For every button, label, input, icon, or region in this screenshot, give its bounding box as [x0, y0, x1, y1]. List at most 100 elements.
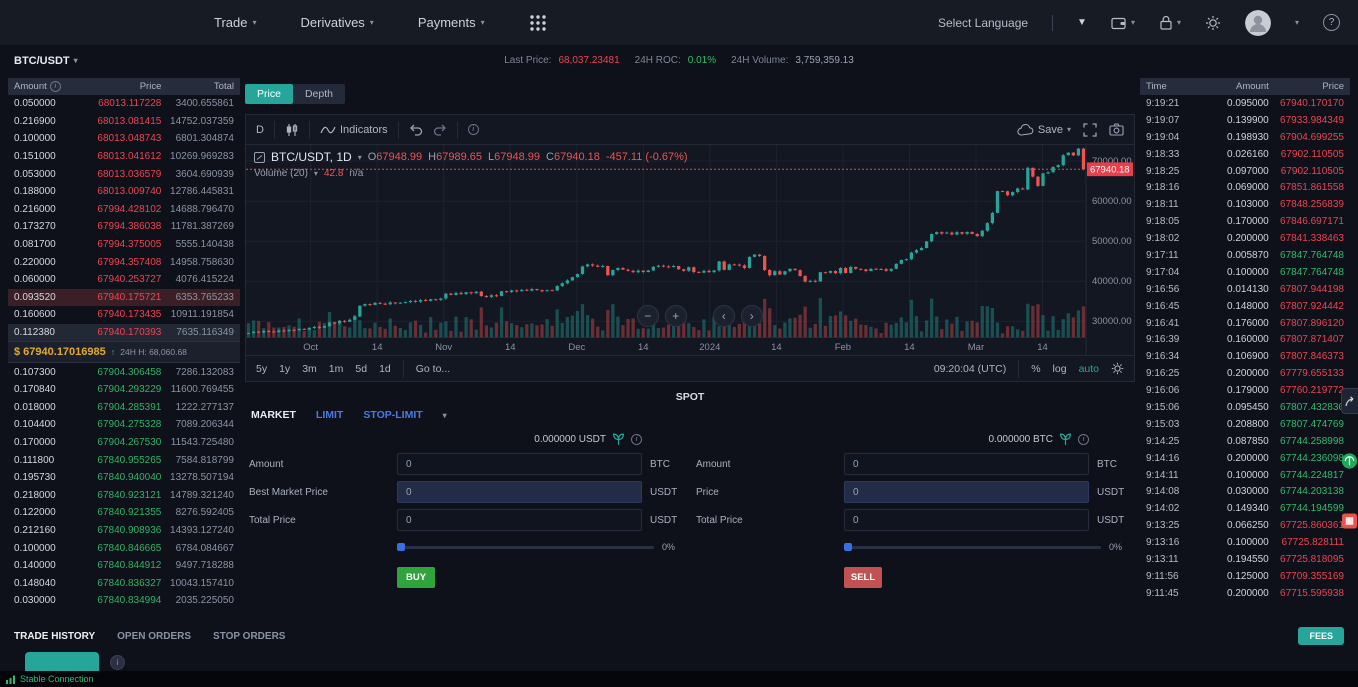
select-language-button[interactable]: Select Language	[938, 16, 1028, 30]
buy-amount-input[interactable]	[397, 453, 642, 475]
range-1m[interactable]: 1m	[329, 363, 344, 375]
info-icon[interactable]: i	[50, 81, 61, 92]
undo-icon[interactable]	[409, 124, 423, 136]
svg-text:2024: 2024	[699, 341, 720, 352]
bid-row[interactable]: 0.19573067840.94004013278.507194	[8, 469, 240, 487]
bid-row[interactable]: 0.12200067840.9213558276.592405	[8, 504, 240, 522]
chevron-down-icon[interactable]: ▾	[314, 169, 318, 178]
chart-symbol[interactable]: BTC/USDT, 1D	[271, 150, 352, 164]
indicators-button[interactable]: Indicators	[320, 124, 388, 136]
avatar[interactable]	[1245, 10, 1271, 36]
buy-total-input[interactable]	[397, 509, 642, 531]
nav-trade[interactable]: Trade ▾	[214, 15, 257, 30]
volume-indicator-label[interactable]: Volume (20)	[254, 168, 308, 179]
camera-icon[interactable]	[1109, 123, 1124, 136]
security-menu[interactable]: ▾	[1159, 15, 1181, 30]
ask-row[interactable]: 0.16060067940.17343510911.191854	[8, 306, 240, 324]
interval-button[interactable]: D	[256, 124, 264, 136]
percent-scale-button[interactable]: %	[1031, 363, 1040, 375]
account-dropdown-caret-icon[interactable]: ▾	[1295, 18, 1299, 27]
tab-limit[interactable]: LIMIT	[316, 409, 343, 421]
sell-amount-input[interactable]	[844, 453, 1089, 475]
sell-price-input[interactable]	[844, 481, 1089, 503]
ask-row[interactable]: 0.05300068013.0365793604.690939	[8, 165, 240, 183]
ask-row[interactable]: 0.17327067994.38603811781.387269	[8, 218, 240, 236]
bid-row[interactable]: 0.17000067904.26753011543.725480	[8, 434, 240, 452]
bid-row[interactable]: 0.01800067904.2853911222.277137	[8, 399, 240, 417]
scroll-right-icon[interactable]: ›	[741, 305, 763, 327]
floating-support-button[interactable]	[1341, 448, 1358, 474]
chart-settings-gear-icon[interactable]	[1111, 362, 1124, 375]
bid-row[interactable]: 0.10730067904.3064587286.132083	[8, 363, 240, 381]
buy-slider-handle[interactable]	[397, 543, 405, 551]
chevron-down-icon[interactable]: ▾	[358, 153, 362, 162]
range-5y[interactable]: 5y	[256, 363, 267, 375]
buy-button[interactable]: BUY	[397, 567, 435, 588]
buy-amount-slider[interactable]	[397, 546, 654, 549]
log-scale-button[interactable]: log	[1053, 363, 1067, 375]
candles-style-icon[interactable]	[285, 123, 299, 137]
zoom-out-icon[interactable]: −	[637, 305, 659, 327]
ask-row[interactable]: 0.21690068013.08141514752.037359	[8, 113, 240, 131]
ask-row[interactable]: 0.18800068013.00974012786.445831	[8, 183, 240, 201]
sell-amount-slider[interactable]	[844, 546, 1101, 549]
buy-price-input[interactable]	[397, 481, 642, 503]
ask-row[interactable]: 0.21600067994.42810214688.796470	[8, 201, 240, 219]
zoom-in-icon[interactable]: +	[665, 305, 687, 327]
bid-row[interactable]: 0.17084067904.29322911600.769455	[8, 381, 240, 399]
range-1y[interactable]: 1y	[279, 363, 290, 375]
bid-row[interactable]: 0.03000067840.8349942035.225050	[8, 592, 240, 610]
floating-share-button[interactable]	[1341, 388, 1358, 414]
redo-icon[interactable]	[433, 124, 447, 136]
auto-scale-button[interactable]: auto	[1079, 363, 1099, 375]
ask-row[interactable]: 0.15100068013.04161210269.969283	[8, 148, 240, 166]
cutoff-info-circle-icon[interactable]: i	[110, 655, 125, 670]
chart-area[interactable]: BTC/USDT, 1D ▾ O67948.99 H67989.65 L6794…	[246, 145, 1134, 355]
bid-row[interactable]: 0.21800067840.92312114789.321240	[8, 486, 240, 504]
apps-grid-icon[interactable]	[529, 14, 547, 32]
chart-info-icon[interactable]: i	[468, 124, 479, 135]
wallet-menu[interactable]: ▾	[1111, 16, 1135, 30]
ask-row[interactable]: 0.08170067994.3750055555.140438	[8, 236, 240, 254]
save-layout-button[interactable]: Save ▾	[1017, 124, 1071, 136]
sell-button[interactable]: SELL	[844, 567, 882, 588]
language-dropdown-caret-icon[interactable]: ▼	[1077, 17, 1087, 28]
fees-button[interactable]: FEES	[1298, 627, 1344, 645]
settings-button[interactable]	[1205, 15, 1221, 31]
nav-payments[interactable]: Payments ▾	[418, 15, 485, 30]
fullscreen-icon[interactable]	[1083, 123, 1097, 137]
help-icon[interactable]: ?	[1323, 14, 1340, 31]
tab-market[interactable]: MARKET	[251, 409, 296, 421]
range-3m[interactable]: 3m	[302, 363, 317, 375]
bid-row[interactable]: 0.10440067904.2753287089.206344	[8, 416, 240, 434]
ask-row[interactable]: 0.05000068013.1172283400.655861	[8, 95, 240, 113]
scroll-left-icon[interactable]: ‹	[713, 305, 735, 327]
range-1d[interactable]: 1d	[379, 363, 391, 375]
info-icon[interactable]: i	[631, 434, 642, 445]
ask-row[interactable]: 0.09352067940.1757216353.765233	[8, 289, 240, 307]
info-icon[interactable]: i	[1078, 434, 1089, 445]
bid-row[interactable]: 0.14804067840.83632710043.157410	[8, 574, 240, 592]
tab-price[interactable]: Price	[245, 84, 293, 104]
bid-row[interactable]: 0.14000067840.8449129497.718288	[8, 557, 240, 575]
pair-selector[interactable]: BTC/USDT ▾	[14, 55, 78, 67]
goto-button[interactable]: Go to...	[416, 363, 450, 375]
tab-stop-limit[interactable]: STOP-LIMIT	[363, 409, 422, 421]
floating-feedback-button[interactable]	[1341, 508, 1358, 534]
ask-row[interactable]: 0.06000067940.2537274076.415224	[8, 271, 240, 289]
tab-stop-orders[interactable]: STOP ORDERS	[213, 631, 285, 642]
tab-trade-history[interactable]: TRADE HISTORY	[14, 631, 95, 642]
bid-row[interactable]: 0.10000067840.8466656784.084667	[8, 539, 240, 557]
more-order-types-caret-icon[interactable]: ▾	[443, 411, 447, 420]
sell-total-input[interactable]	[844, 509, 1089, 531]
bid-row[interactable]: 0.21216067840.90893614393.127240	[8, 522, 240, 540]
tab-depth[interactable]: Depth	[293, 84, 345, 104]
bid-row[interactable]: 0.11180067840.9552657584.818799	[8, 451, 240, 469]
tab-open-orders[interactable]: OPEN ORDERS	[117, 631, 191, 642]
range-5d[interactable]: 5d	[355, 363, 367, 375]
ask-row[interactable]: 0.11238067940.1703937635.116349	[8, 324, 240, 342]
ask-row[interactable]: 0.10000068013.0487436801.304874	[8, 130, 240, 148]
ask-row[interactable]: 0.22000067994.35740814958.758630	[8, 253, 240, 271]
sell-slider-handle[interactable]	[844, 543, 852, 551]
nav-derivatives[interactable]: Derivatives ▾	[301, 15, 374, 30]
